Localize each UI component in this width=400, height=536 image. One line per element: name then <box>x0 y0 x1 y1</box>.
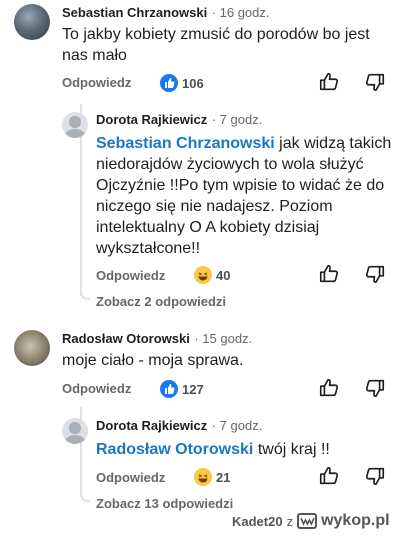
thumbs-down-outline-icon <box>365 73 385 92</box>
thumbs-up-outline-icon <box>319 72 339 91</box>
thumbs-down-outline-icon <box>365 467 385 486</box>
like-button[interactable] <box>318 71 340 93</box>
laughing-emoji-icon <box>194 266 212 284</box>
mention-link[interactable]: Sebastian Chrzanowski <box>96 135 275 152</box>
comment-header: Sebastian Chrzanowski · 16 godz. <box>62 4 270 22</box>
thumbs-up-icon <box>160 380 178 398</box>
reaction-count: 106 <box>182 76 204 91</box>
thread-elbow <box>80 286 90 300</box>
comment-text: To jakby kobiety zmusić do porodów bo je… <box>62 26 370 64</box>
author-name[interactable]: Dorota Rajkiewicz <box>96 112 207 127</box>
like-button[interactable] <box>318 377 340 399</box>
thumbs-up-outline-icon <box>319 378 339 397</box>
separator-dot: · <box>211 418 220 433</box>
thumbs-down-outline-icon <box>365 265 385 284</box>
author-name[interactable]: Sebastian Chrzanowski <box>62 5 207 20</box>
avatar[interactable] <box>14 4 50 40</box>
view-replies-link[interactable]: Zobacz 2 odpowiedzi <box>96 294 226 309</box>
reply-button[interactable]: Odpowiedz <box>96 268 165 283</box>
reply-body: jak widzą takich niedorajdów życiowych t… <box>96 135 392 257</box>
like-button[interactable] <box>318 465 340 487</box>
dislike-button[interactable] <box>364 71 386 93</box>
reply-button[interactable]: Odpowiedz <box>62 75 131 90</box>
separator-dot: · <box>211 5 220 20</box>
thread-elbow <box>80 488 90 502</box>
reaction-count: 21 <box>216 470 231 485</box>
thumbs-up-outline-icon <box>319 466 339 485</box>
dislike-button[interactable] <box>364 377 386 399</box>
avatar[interactable] <box>62 418 88 444</box>
laughing-emoji-icon <box>194 468 212 486</box>
reply-header: Dorota Rajkiewicz · 7 godz. <box>96 111 262 129</box>
view-replies-link[interactable]: Zobacz 13 odpowiedzi <box>96 496 233 511</box>
avatar[interactable] <box>14 330 50 366</box>
dislike-button[interactable] <box>364 263 386 285</box>
author-name[interactable]: Radosław Otorowski <box>62 331 190 346</box>
comment-time: 7 godz. <box>219 418 263 433</box>
reply-header: Dorota Rajkiewicz · 7 godz. <box>96 417 262 435</box>
reply-text: Radosław Otorowski twój kraj !! <box>96 439 396 460</box>
reaction-count: 40 <box>216 268 231 283</box>
watermark-site: wykop.pl <box>321 512 390 529</box>
reply-text: Sebastian Chrzanowski jak widzą takich n… <box>96 133 396 259</box>
thumbs-up-outline-icon <box>319 264 339 283</box>
watermark: Kadet20 z wykop.pl <box>232 512 390 530</box>
dislike-button[interactable] <box>364 465 386 487</box>
comment-time: 16 godz. <box>219 5 270 20</box>
watermark-username: Kadet20 <box>232 513 283 529</box>
thumbs-up-icon <box>160 74 178 92</box>
wykop-logo-icon <box>297 513 318 529</box>
like-button[interactable] <box>318 263 340 285</box>
avatar[interactable] <box>62 112 88 138</box>
reaction-count: 127 <box>182 382 204 397</box>
mention-link[interactable]: Radosław Otorowski <box>96 441 253 458</box>
separator-dot: · <box>211 112 220 127</box>
reply-body: twój kraj !! <box>257 441 330 458</box>
reply-button[interactable]: Odpowiedz <box>96 470 165 485</box>
watermark-joiner: z <box>286 513 294 529</box>
author-name[interactable]: Dorota Rajkiewicz <box>96 418 207 433</box>
comment-time: 15 godz. <box>202 331 253 346</box>
comment-header: Radosław Otorowski · 15 godz. <box>62 330 252 348</box>
comment-text: moje ciało - moja sprawa. <box>62 352 244 369</box>
comment-time: 7 godz. <box>219 112 263 127</box>
reply-button[interactable]: Odpowiedz <box>62 381 131 396</box>
thumbs-down-outline-icon <box>365 379 385 398</box>
